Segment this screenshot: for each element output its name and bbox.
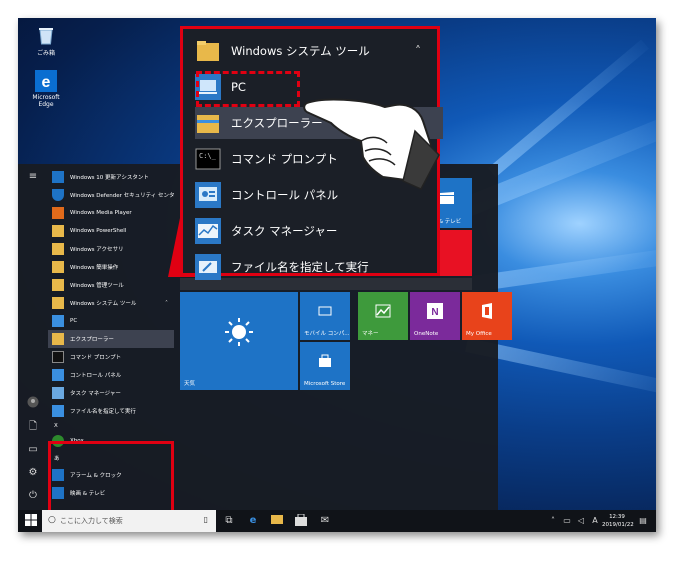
taskbar: ○ ここに入力して検索 ▯ ⧉ e ✉ ˄ ▭ ◁ A 12:39 2019/0… bbox=[18, 510, 656, 532]
pointing-hand-icon bbox=[303, 98, 440, 190]
clock-time: 12:39 bbox=[609, 514, 625, 520]
file-explorer-icon[interactable] bbox=[270, 514, 284, 528]
task-view-icon[interactable]: ⧉ bbox=[222, 514, 236, 528]
store-icon[interactable] bbox=[294, 513, 308, 528]
ime-indicator[interactable]: A bbox=[588, 514, 602, 528]
explorer-folder-icon bbox=[195, 110, 221, 136]
zoom-item-task-manager[interactable]: タスク マネージャー bbox=[195, 215, 425, 247]
network-icon[interactable]: ▭ bbox=[560, 514, 574, 528]
chevron-up-icon: ˄ bbox=[415, 44, 421, 58]
edge-taskbar-icon[interactable]: e bbox=[246, 514, 260, 528]
run-icon bbox=[195, 254, 221, 280]
clock-date: 2019/01/22 bbox=[602, 522, 634, 528]
microphone-icon[interactable]: ▯ bbox=[204, 515, 208, 524]
folder-icon bbox=[195, 38, 221, 64]
control-panel-icon bbox=[195, 182, 221, 208]
taskbar-search[interactable]: ○ ここに入力して検索 ▯ bbox=[42, 510, 216, 532]
clock[interactable]: 12:39 2019/01/22 bbox=[602, 513, 634, 529]
chevron-up-icon[interactable]: ˄ bbox=[546, 514, 560, 528]
zoom-group-header[interactable]: Windows システム ツール ˄ bbox=[195, 35, 425, 67]
search-placeholder: ここに入力して検索 bbox=[60, 517, 123, 525]
pc-highlight-box bbox=[196, 71, 300, 107]
zoom-header-label: Windows システム ツール bbox=[231, 44, 370, 58]
mail-icon[interactable]: ✉ bbox=[318, 514, 332, 528]
zoom-item-run[interactable]: ファイル名を指定して実行 bbox=[195, 251, 425, 283]
svg-text:C:\_: C:\_ bbox=[199, 152, 217, 160]
task-manager-icon bbox=[195, 218, 221, 244]
search-icon: ○ bbox=[48, 515, 56, 525]
windows-start-icon[interactable] bbox=[24, 514, 38, 528]
zoom-panel: Windows システム ツール ˄ PC エクスプローラー C:\_ コマンド… bbox=[180, 26, 443, 280]
notification-icon[interactable]: ▤ bbox=[636, 514, 650, 528]
zoom-item-label: ファイル名を指定して実行 bbox=[231, 260, 369, 274]
zoom-item-label: タスク マネージャー bbox=[231, 224, 338, 238]
volume-icon[interactable]: ◁ bbox=[574, 514, 588, 528]
screenshot-frame: ごみ箱 e Microsoft Edge ≡ 🗋 ▭ ⚙ ⏻ Windows 1… bbox=[18, 18, 656, 532]
cmd-icon: C:\_ bbox=[195, 146, 221, 172]
